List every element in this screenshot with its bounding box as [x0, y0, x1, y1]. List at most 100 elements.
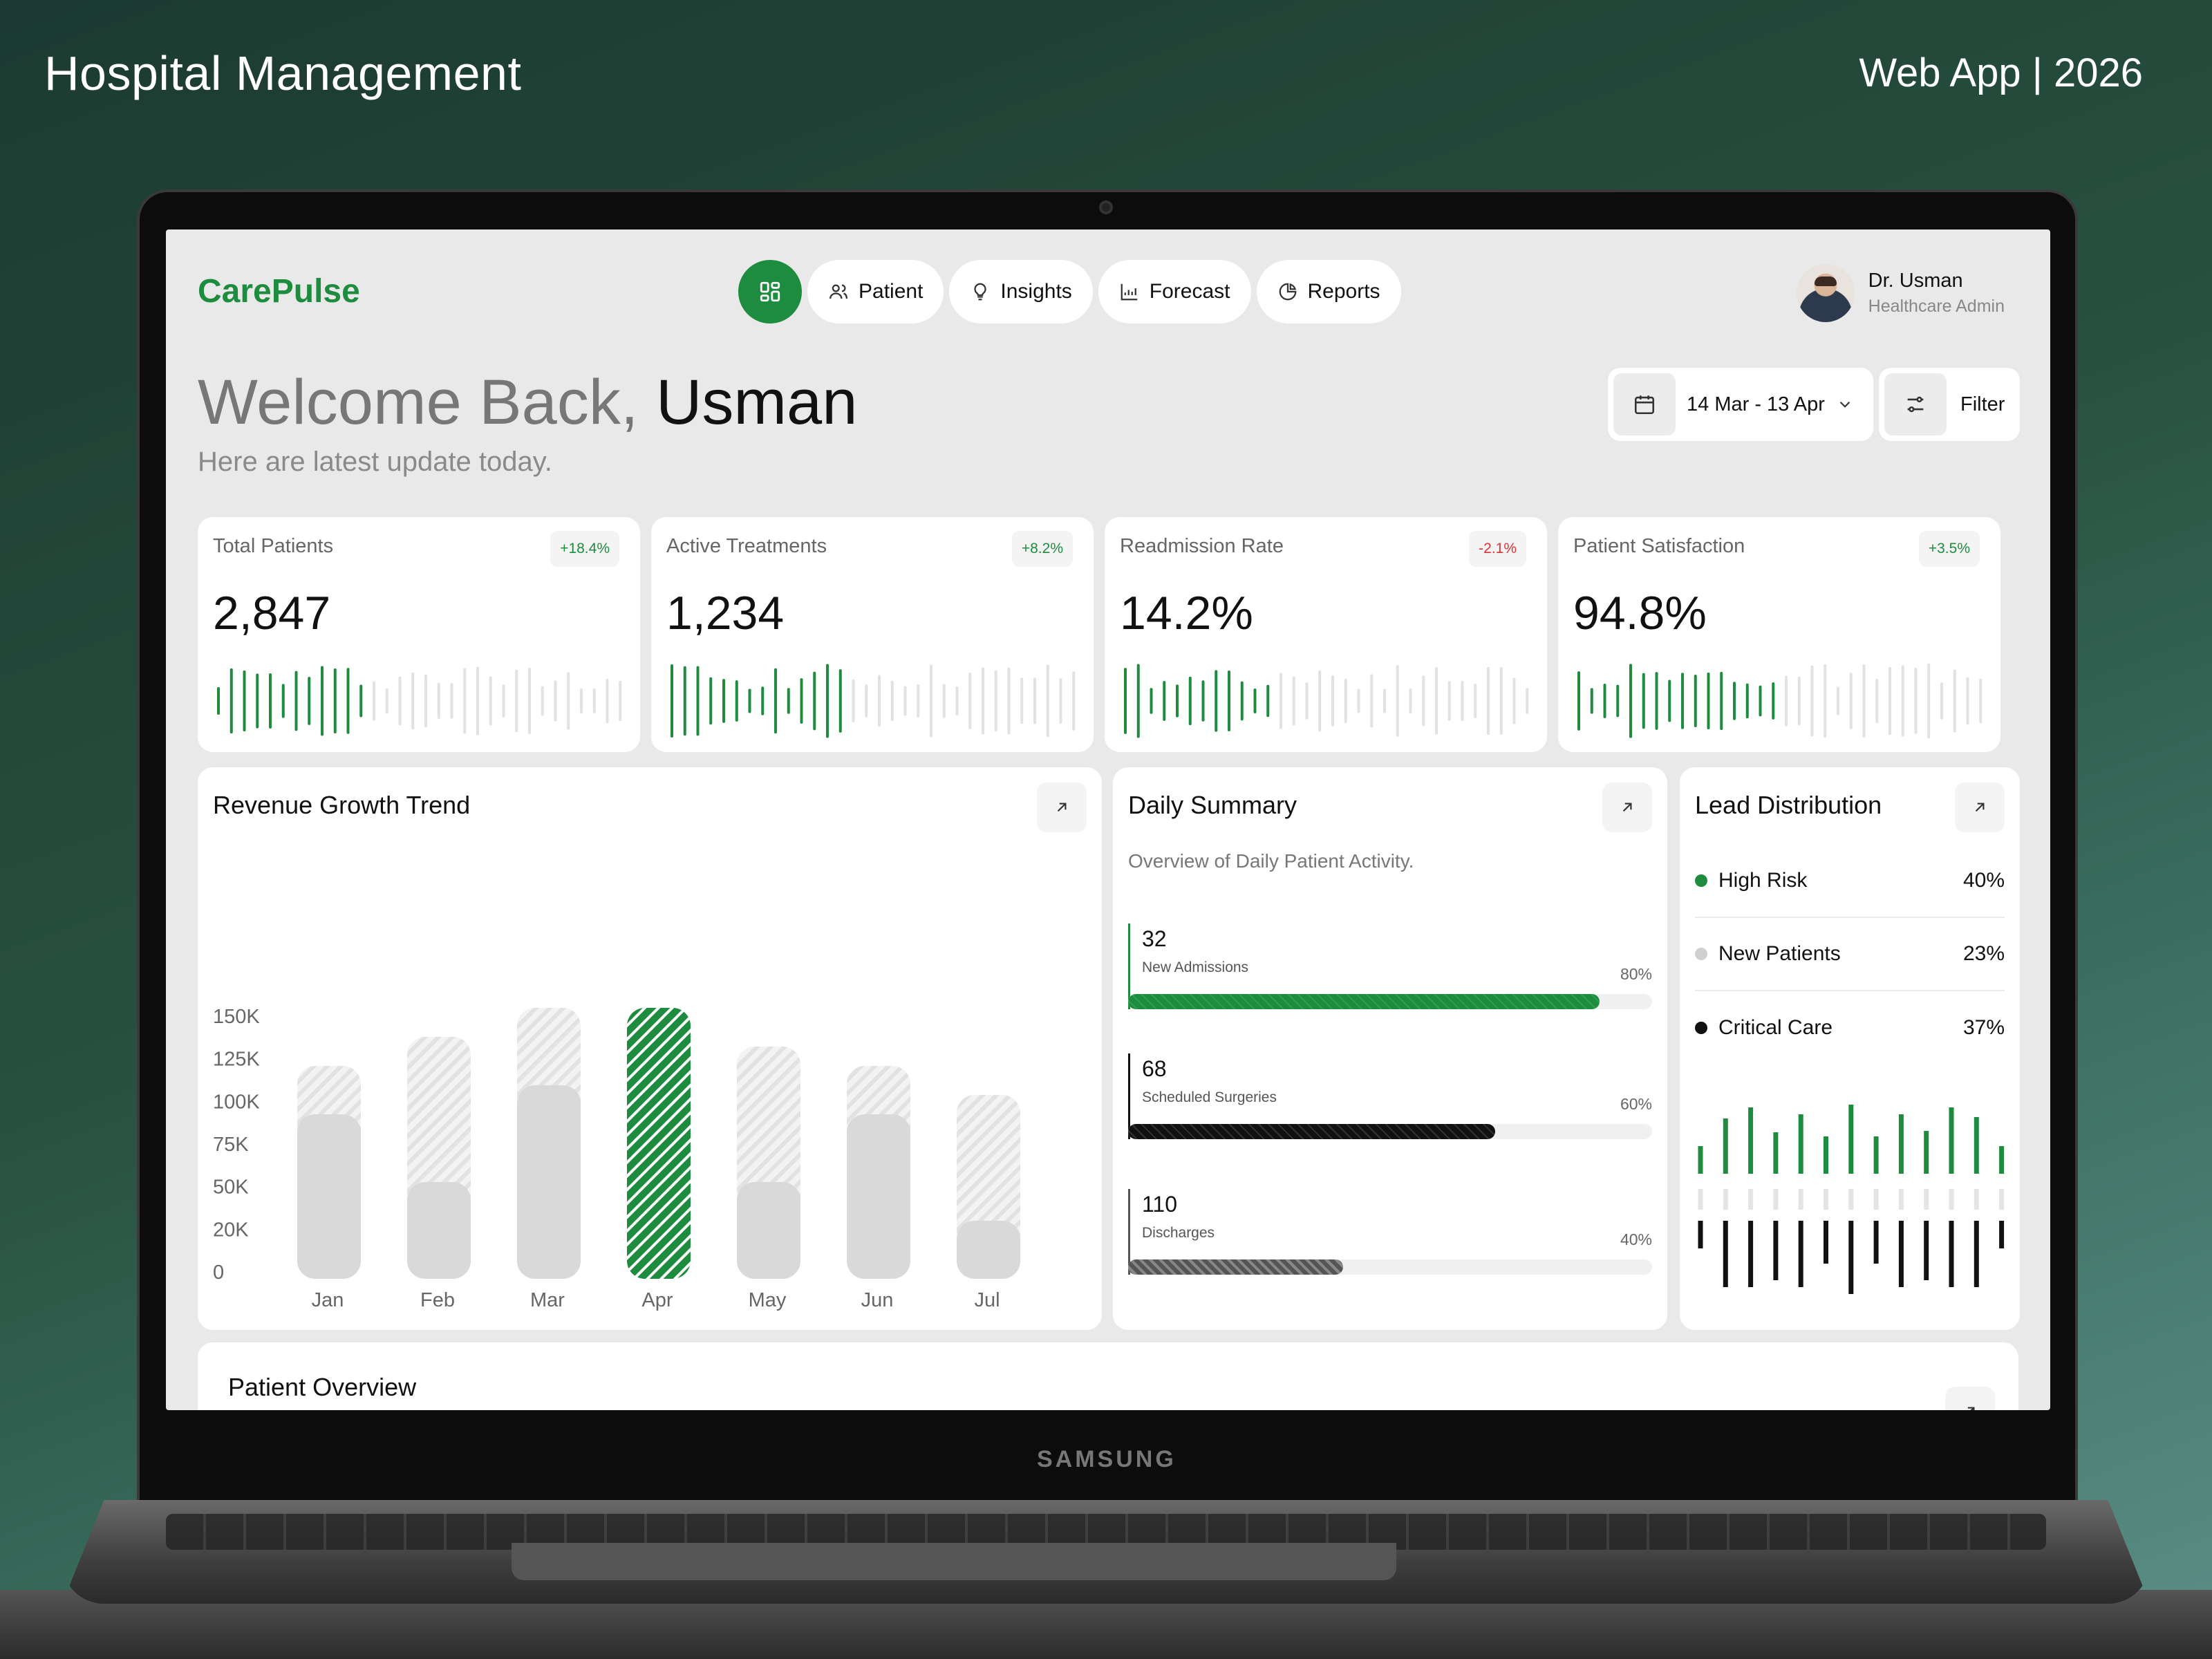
progress-value: 68	[1142, 1056, 1167, 1081]
nav-patient[interactable]: Patient	[807, 260, 944, 324]
app-logo[interactable]: CarePulse	[198, 272, 360, 310]
kpi-sparkline	[1577, 663, 1983, 739]
bar-mar	[517, 1085, 581, 1279]
user-profile[interactable]: Dr. Usman Healthcare Admin	[1796, 264, 2005, 322]
progress-fill	[1128, 1259, 1343, 1275]
kpi-value: 1,234	[666, 587, 785, 639]
lead-label: Critical Care	[1718, 1016, 1833, 1039]
legend-dot	[1695, 948, 1707, 960]
app-screen: CarePulse Patient Insights Forecast Repo…	[166, 229, 2050, 1410]
progress-label: Scheduled Surgeries	[1142, 1089, 1277, 1105]
progress-track	[1128, 1124, 1652, 1139]
progress-percent: 80%	[1620, 965, 1652, 983]
progress-track	[1128, 1259, 1652, 1275]
lightbulb-icon	[974, 283, 987, 301]
device-brand: SAMSUNG	[1037, 1446, 1177, 1472]
bar-may	[737, 1182, 800, 1279]
main-nav: Patient Insights Forecast Reports	[738, 260, 1401, 324]
filter-label: Filter	[1960, 393, 2005, 415]
lead-value: 40%	[1962, 869, 2005, 892]
revenue-card: Revenue Growth Trend 150K 125K 100K 75K 50K 2…	[198, 767, 1102, 1330]
user-name: Dr. Usman	[1868, 270, 1963, 292]
nav-forecast-label: Forecast	[1149, 280, 1230, 303]
kpi-value: 94.8%	[1573, 587, 1707, 639]
lead-row-new-patients[interactable]: New Patients 23%	[1695, 918, 2005, 991]
lead-distribution-card: Lead Distribution High Risk 40% New Pati…	[1680, 767, 2020, 1330]
y-tick-label: 75K	[213, 1134, 249, 1156]
bar-jan	[297, 1114, 361, 1279]
patient-overview-card: Patient Overview	[198, 1342, 2018, 1410]
y-tick-label: 20K	[213, 1219, 249, 1241]
x-tick-label: Jan	[312, 1289, 344, 1311]
touchpad	[512, 1543, 1396, 1580]
lead-label: High Risk	[1718, 869, 1808, 892]
progress-label: Discharges	[1142, 1225, 1215, 1241]
lead-value: 37%	[1962, 1016, 2005, 1039]
avatar[interactable]	[1796, 264, 1855, 322]
date-range-label: 14 Mar - 13 Apr	[1687, 393, 1825, 415]
y-tick-label: 125K	[213, 1049, 260, 1071]
x-tick-label: Feb	[420, 1289, 455, 1311]
y-tick-label: 0	[213, 1262, 224, 1284]
x-tick-label: Apr	[641, 1289, 673, 1311]
nav-reports[interactable]: Reports	[1256, 260, 1401, 324]
arrow-up-right-icon	[1622, 803, 1632, 812]
chart-icon	[1121, 283, 1138, 301]
x-tick-label: Jul	[974, 1289, 1000, 1311]
user-role: Healthcare Admin	[1868, 297, 2005, 316]
x-tick-label: Jun	[861, 1289, 894, 1311]
expand-button[interactable]	[1945, 1387, 1995, 1410]
welcome-name: Usman	[655, 367, 858, 438]
kpi-card-total-patients[interactable]: Total Patients +18.4% 2,847	[198, 517, 640, 752]
page-title: Welcome Back, Usman	[198, 366, 857, 439]
daily-summary-card: Daily Summary Overview of Daily Patient …	[1113, 767, 1667, 1330]
lead-row-high-risk[interactable]: High Risk 40%	[1695, 845, 2005, 918]
revenue-bar-chart: 150K 125K 100K 75K 50K 20K 0 Jan Feb Mar Apr May Jun…	[213, 1006, 1020, 1311]
nav-forecast[interactable]: Forecast	[1098, 260, 1251, 324]
kpi-sparkline	[1124, 664, 1529, 738]
y-tick-label: 150K	[213, 1006, 260, 1028]
kpi-card-patient-satisfaction[interactable]: Patient Satisfaction +3.5% 94.8%	[1558, 517, 2000, 752]
y-tick-label: 100K	[213, 1091, 260, 1113]
sliders-icon	[1907, 396, 1924, 413]
card-subtitle: Overview of Daily Patient Activity.	[1128, 850, 1414, 872]
legend-dot	[1695, 874, 1707, 887]
chevron-down-icon	[1839, 401, 1850, 408]
kpi-card-readmission-rate[interactable]: Readmission Rate -2.1% 14.2%	[1105, 517, 1547, 752]
arrow-up-right-icon	[1967, 1407, 1975, 1410]
nav-dashboard-button[interactable]	[738, 260, 802, 324]
expand-button[interactable]	[1602, 782, 1652, 832]
arrow-up-right-icon	[1057, 803, 1067, 812]
bar-background-apr	[627, 1008, 691, 1279]
kpi-change-badge: +3.5%	[1918, 531, 1980, 567]
lead-distribution-bars	[1698, 1105, 2005, 1294]
card-title: Patient Overview	[228, 1373, 417, 1401]
expand-button[interactable]	[1037, 782, 1087, 832]
date-range-picker[interactable]: 14 Mar - 13 Apr	[1608, 368, 1873, 441]
expand-button[interactable]	[1955, 782, 2005, 832]
y-tick-label: 50K	[213, 1177, 249, 1199]
kpi-label: Patient Satisfaction	[1573, 535, 1745, 557]
progress-value: 110	[1142, 1192, 1178, 1217]
progress-percent: 60%	[1620, 1095, 1652, 1113]
lead-row-critical-care[interactable]: Critical Care 37%	[1695, 991, 2005, 1065]
showcase-title: Hospital Management	[44, 46, 522, 100]
filter-button[interactable]: Filter	[1879, 368, 2020, 441]
bar-jul	[957, 1221, 1020, 1279]
nav-patient-label: Patient	[859, 280, 924, 303]
kpi-sparkline	[217, 666, 622, 736]
card-title: Lead Distribution	[1695, 791, 1882, 819]
progress-fill	[1128, 1124, 1495, 1139]
showcase-tag: Web App | 2026	[1859, 50, 2143, 95]
progress-label: New Admissions	[1142, 959, 1249, 975]
nav-insights-label: Insights	[1000, 280, 1072, 303]
progress-discharges: 110 Discharges 40%	[1128, 1189, 1652, 1279]
top-bar: CarePulse Patient Insights Forecast Repo…	[166, 229, 2050, 354]
lead-label: New Patients	[1718, 942, 1841, 965]
kpi-card-active-treatments[interactable]: Active Treatments +8.2% 1,234	[651, 517, 1094, 752]
nav-reports-label: Reports	[1307, 280, 1380, 303]
kpi-change-badge: +8.2%	[1011, 531, 1073, 567]
nav-insights[interactable]: Insights	[949, 260, 1093, 324]
dashboard-icon	[760, 281, 780, 302]
x-tick-label: Mar	[530, 1289, 565, 1311]
